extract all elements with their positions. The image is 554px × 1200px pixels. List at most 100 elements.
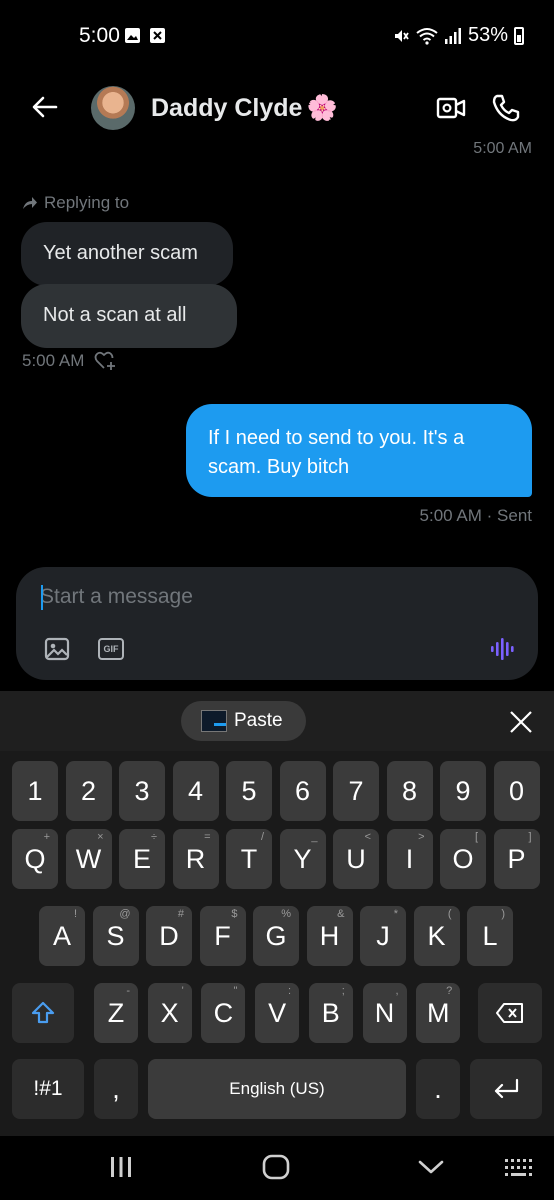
key-i[interactable]: I > — [386, 829, 433, 889]
voice-message-icon[interactable] — [490, 637, 516, 661]
key-d[interactable]: D # — [146, 906, 192, 966]
key-4[interactable]: 4 — [172, 761, 219, 821]
key-hint: ÷ — [150, 831, 157, 843]
key-hint: ' — [181, 985, 184, 997]
key-hint: ? — [446, 985, 453, 997]
key-hint: ( — [447, 908, 452, 920]
paste-button[interactable]: Paste — [181, 701, 306, 741]
key-label: H — [319, 920, 340, 951]
symbols-key[interactable]: !#1 — [12, 1059, 84, 1119]
key-5[interactable]: 5 — [226, 761, 272, 821]
key-h[interactable]: H & — [306, 906, 353, 966]
enter-key[interactable] — [470, 1059, 542, 1119]
key-label: 6 — [294, 775, 311, 806]
gif-button[interactable]: GIF — [98, 638, 124, 660]
key-c[interactable]: C " — [201, 983, 246, 1043]
incoming-message[interactable]: Not a scan at all — [21, 284, 237, 348]
key-7[interactable]: 7 — [333, 761, 379, 821]
key-label: A — [52, 920, 71, 951]
backspace-key[interactable] — [478, 983, 542, 1043]
paste-label: Paste — [234, 710, 283, 731]
enter-icon — [494, 1078, 519, 1099]
key-label: N — [374, 997, 395, 1028]
key-label: K — [427, 920, 446, 951]
comma-key[interactable]: , — [94, 1059, 138, 1119]
key-l[interactable]: L) — [467, 906, 513, 966]
key-hint: & — [337, 908, 345, 920]
key-label: O — [452, 843, 474, 874]
key-1[interactable]: 1 — [12, 761, 58, 821]
key-v[interactable]: V: — [255, 983, 300, 1043]
key-b[interactable]: B; — [308, 983, 353, 1043]
key-label: I — [405, 843, 414, 874]
key-t[interactable]: T / — [226, 829, 272, 889]
key-label: Q — [24, 843, 46, 874]
key-hint: ) — [501, 908, 505, 920]
key-hint: # — [177, 908, 184, 920]
keyboard-switch-icon[interactable] — [504, 1158, 534, 1178]
key-f[interactable]: F $ — [199, 906, 246, 966]
video-call-icon[interactable] — [436, 96, 466, 120]
key-0[interactable]: 0 — [493, 761, 540, 821]
key-label: Z — [107, 997, 125, 1028]
home-icon[interactable] — [262, 1154, 290, 1180]
key-q[interactable]: Q + — [12, 829, 58, 889]
signal-icon — [444, 27, 461, 44]
key-e[interactable]: E ÷ — [119, 829, 165, 889]
space-key[interactable]: English (US) — [148, 1059, 406, 1119]
key-o[interactable]: O[ — [440, 829, 486, 889]
status-right: 53% — [392, 24, 524, 47]
outgoing-message[interactable]: If I need to send to you. It's a scam. B… — [186, 404, 532, 497]
message-input[interactable] — [40, 582, 480, 612]
back-arrow-icon[interactable] — [28, 90, 62, 124]
contact-name-text: Daddy Clyde — [151, 94, 303, 122]
phone-call-icon[interactable] — [490, 92, 522, 124]
key-n[interactable]: N, — [362, 983, 407, 1043]
key-m[interactable]: M? — [416, 983, 461, 1043]
notification-icons — [124, 27, 166, 44]
key-y[interactable]: Y _ — [279, 829, 326, 889]
close-icon[interactable] — [508, 709, 534, 735]
key-z[interactable]: Z- — [94, 983, 138, 1043]
key-label: G — [265, 920, 287, 951]
key-3[interactable]: 3 — [119, 761, 165, 821]
key-2[interactable]: 2 — [65, 761, 112, 821]
key-s[interactable]: S @ — [92, 906, 139, 966]
add-reaction-icon[interactable] — [94, 351, 116, 371]
shift-arrow-icon — [31, 1001, 55, 1024]
hide-keyboard-icon[interactable] — [418, 1158, 444, 1176]
key-r[interactable]: R = — [172, 829, 219, 889]
key-hint: [ — [474, 831, 478, 843]
key-9[interactable]: 9 — [440, 761, 486, 821]
key-6[interactable]: 6 — [279, 761, 326, 821]
key-hint: > — [418, 831, 425, 843]
mute-icon — [394, 29, 409, 42]
key-g[interactable]: G% — [253, 906, 299, 966]
quoted-message[interactable]: Yet another scam — [21, 222, 233, 286]
recent-apps-icon[interactable] — [109, 1156, 133, 1178]
image-icon[interactable] — [44, 637, 70, 661]
key-8[interactable]: 8 — [386, 761, 433, 821]
text-caret — [41, 585, 43, 610]
key-k[interactable]: K( — [413, 906, 460, 966]
message-composer: GIF — [16, 567, 538, 680]
key-hint: < — [364, 831, 371, 843]
key-u[interactable]: U < — [333, 829, 379, 889]
key-w[interactable]: W × — [65, 829, 112, 889]
gallery-notification-icon — [125, 28, 140, 43]
system-navigation-bar — [0, 1136, 554, 1200]
period-key[interactable]: . — [416, 1059, 460, 1119]
key-hint: = — [204, 831, 211, 843]
key-p[interactable]: P] — [493, 829, 540, 889]
x-app-notification-icon — [150, 28, 165, 43]
key-hint: × — [97, 831, 104, 843]
key-j[interactable]: J * — [360, 906, 406, 966]
key-x[interactable]: X ' — [147, 983, 192, 1043]
replying-to-text: Replying to — [44, 193, 130, 212]
keyboard-toolbar: Paste — [0, 691, 554, 751]
key-hint: % — [281, 908, 291, 920]
key-a[interactable]: A! — [39, 906, 85, 966]
shift-key[interactable] — [12, 983, 74, 1043]
avatar[interactable] — [91, 86, 135, 130]
contact-name[interactable]: Daddy Clyde 🌸 — [151, 94, 338, 123]
